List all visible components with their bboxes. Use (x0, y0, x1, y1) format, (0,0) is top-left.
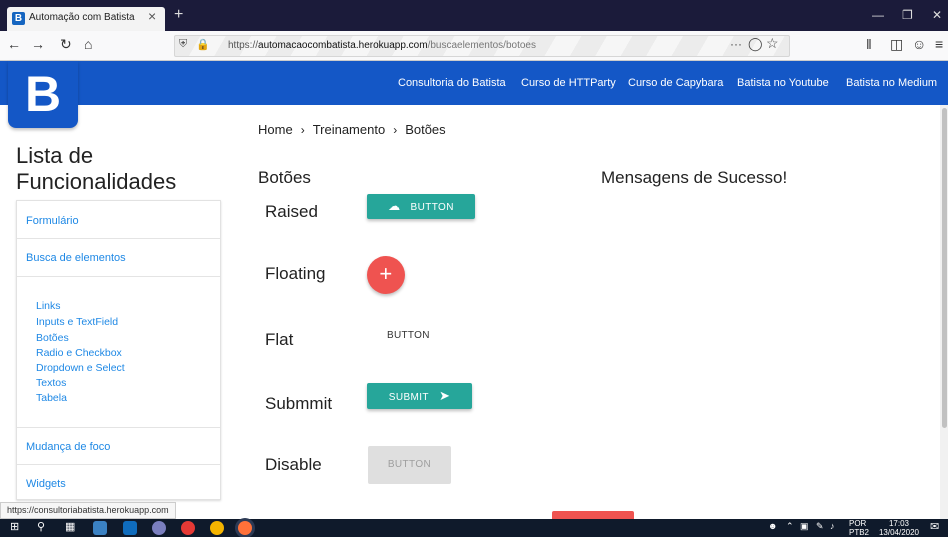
scrollbar-thumb[interactable] (942, 108, 947, 428)
status-link-preview: https://consultoriabatista.herokuapp.com (0, 502, 176, 519)
url-path: /buscaelementos/botoes (427, 40, 536, 51)
sidebar-subitem-botoes[interactable]: Botões (36, 332, 69, 344)
lock-icon[interactable]: 🔒 (196, 38, 210, 51)
clock[interactable]: 17:03 13/04/2020 (874, 519, 924, 537)
breadcrumb-botoes: Botões (405, 122, 446, 137)
label-disable: Disable (265, 455, 322, 474)
site-logo[interactable]: B (8, 61, 78, 128)
account-icon[interactable]: ☺ (912, 36, 926, 52)
tab-title[interactable]: Automação com Batista (29, 12, 135, 23)
bookmark-star-icon[interactable]: ☆ (766, 35, 779, 52)
new-tab-button[interactable]: + (174, 6, 183, 24)
url-text[interactable]: https://automacaocombatista.herokuapp.co… (228, 40, 536, 51)
disabled-button: BUTTON (368, 446, 451, 484)
keyboard-layout: PTB2 (849, 528, 870, 537)
pocket-icon[interactable]: ◯ (748, 36, 763, 52)
people-icon[interactable]: ☻ (768, 521, 777, 531)
library-icon[interactable]: ‖ (866, 36, 872, 52)
section-title: Botões (258, 168, 311, 187)
window-close-icon[interactable]: ✕ (932, 8, 942, 22)
tab-favicon-icon: B (12, 12, 25, 25)
minimize-icon[interactable]: — (872, 8, 884, 22)
breadcrumb-separator-icon: › (300, 123, 305, 137)
nav-link-capybara[interactable]: Curso de Capybara (628, 77, 723, 89)
sidebar-toggle-icon[interactable]: ◫ (890, 36, 903, 53)
search-icon[interactable]: ⚲ (37, 520, 45, 533)
tracking-shield-icon[interactable]: ⛨ (179, 38, 187, 51)
file-explorer-icon[interactable] (93, 521, 107, 535)
raised-button[interactable]: ☁ BUTTON (367, 194, 475, 219)
nav-link-youtube[interactable]: Batista no Youtube (737, 77, 829, 89)
label-submit: Submmit (265, 394, 333, 413)
sidebar-item-busca[interactable]: Busca de elementos (26, 252, 126, 264)
breadcrumb-home[interactable]: Home (258, 122, 293, 137)
network-icon[interactable]: ▣ (800, 521, 809, 532)
sidebar-title: Lista de Funcionalidades (16, 143, 177, 194)
plus-icon: + (379, 261, 393, 286)
sidebar-item-mudanca-foco[interactable]: Mudança de foco (26, 441, 110, 453)
media-player-icon[interactable] (181, 521, 195, 535)
breadcrumb: Home › Treinamento › Botões (258, 122, 446, 137)
back-icon[interactable]: ← (7, 36, 21, 52)
language-code: POR (849, 519, 867, 528)
sidebar-divider (17, 276, 220, 277)
nav-link-medium[interactable]: Batista no Medium (846, 77, 937, 89)
nav-link-httparty[interactable]: Curso de HTTParty (521, 77, 616, 89)
chrome-icon[interactable] (210, 521, 224, 535)
home-icon[interactable]: ⌂ (84, 36, 92, 52)
label-floating: Floating (265, 264, 326, 283)
volume-icon[interactable]: ♪ (830, 521, 835, 531)
label-flat: Flat (265, 330, 294, 349)
sidebar-subitem-tabela[interactable]: Tabela (36, 392, 67, 404)
sidebar-subitem-inputs[interactable]: Inputs e TextField (36, 316, 118, 328)
windows-start-icon[interactable]: ⊞ (10, 520, 19, 533)
reload-icon[interactable]: ↻ (60, 36, 72, 53)
forward-icon[interactable]: → (31, 36, 45, 52)
floating-button[interactable]: + (367, 256, 405, 294)
task-view-icon[interactable]: ▦ (65, 520, 75, 533)
tray-chevron-icon[interactable]: ⌃ (786, 521, 794, 532)
label-raised: Raised (265, 202, 318, 221)
submit-button[interactable]: SUBMIT ➤ (367, 383, 472, 409)
tab-close-icon[interactable]: × (148, 8, 156, 24)
sidebar-divider (17, 238, 220, 239)
clock-time: 17:03 (888, 519, 910, 528)
raised-button-label: BUTTON (410, 202, 454, 213)
restore-icon[interactable]: ❐ (902, 8, 913, 22)
url-host: automacaocombatista.herokuapp.com (258, 40, 428, 51)
messages-title: Mensagens de Sucesso! (601, 168, 788, 187)
clock-date: 13/04/2020 (878, 528, 920, 537)
pen-icon[interactable]: ✎ (816, 521, 824, 532)
partial-red-button[interactable] (552, 511, 634, 519)
sidebar-item-formulario[interactable]: Formulário (26, 215, 79, 227)
sidebar-subitem-dropdown[interactable]: Dropdown e Select (36, 362, 125, 374)
send-icon: ➤ (438, 388, 451, 403)
firefox-icon[interactable] (238, 521, 252, 535)
breadcrumb-separator-icon: › (393, 123, 398, 137)
sidebar-divider (17, 464, 220, 465)
outlook-icon[interactable] (123, 521, 137, 535)
nav-link-consultoria[interactable]: Consultoria do Batista (398, 77, 506, 89)
flat-button[interactable]: BUTTON (387, 330, 430, 341)
sidebar-subitem-textos[interactable]: Textos (36, 377, 66, 389)
sidebar-divider (17, 427, 220, 428)
sidebar-subitem-links[interactable]: Links (36, 300, 61, 312)
cloud-icon: ☁ (388, 199, 401, 213)
sidebar-subitem-radio[interactable]: Radio e Checkbox (36, 347, 122, 359)
page-actions-icon[interactable]: ··· (730, 37, 742, 51)
notifications-icon[interactable]: ✉ (930, 520, 939, 533)
breadcrumb-treinamento[interactable]: Treinamento (313, 122, 386, 137)
sidebar-item-widgets[interactable]: Widgets (26, 478, 66, 490)
url-scheme: https:// (228, 40, 259, 51)
submit-button-label: SUBMIT (388, 392, 429, 403)
app-icon[interactable] (152, 521, 166, 535)
language-indicator[interactable]: POR PTB2 (849, 519, 869, 537)
menu-icon[interactable]: ≡ (935, 36, 943, 52)
